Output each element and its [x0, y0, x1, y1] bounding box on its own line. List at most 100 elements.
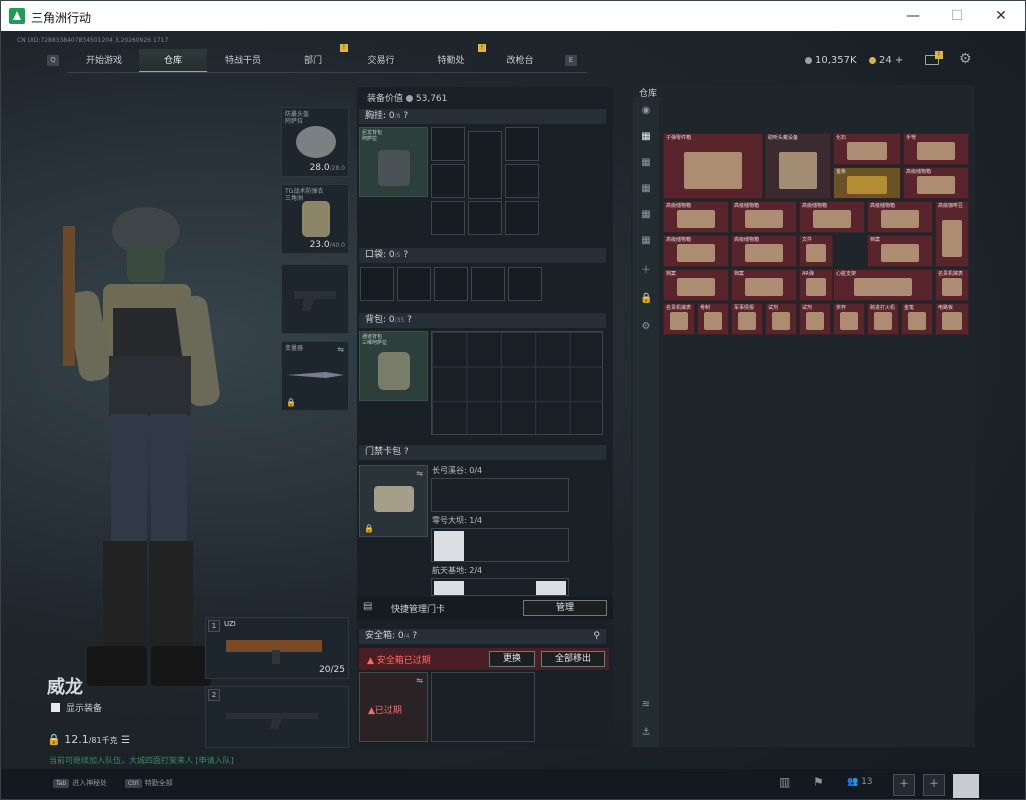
chest-slot[interactable]	[431, 164, 465, 198]
warehouse-item[interactable]: 试剂	[799, 303, 831, 335]
invite-slot-1[interactable]: ＋	[893, 774, 915, 796]
warehouse-item[interactable]: 金笔	[901, 303, 933, 335]
pistol-slot[interactable]	[281, 264, 349, 334]
manage-button[interactable]: 管理	[523, 600, 607, 616]
pocket-slot[interactable]	[397, 267, 431, 301]
chest-rig-item[interactable]: 尼龙背包 阿萨拉	[359, 127, 428, 197]
warehouse-item[interactable]: 助听头戴设备	[765, 133, 831, 199]
nav-prev-key[interactable]: Q	[47, 55, 59, 66]
tab-operators[interactable]: 特战干员	[209, 49, 277, 73]
melee-slot[interactable]: 变量器 ⇋ 🔒	[281, 341, 349, 411]
tab-trade[interactable]: 交易行	[347, 49, 415, 73]
tab-special-ops[interactable]: 特勤处	[417, 49, 485, 73]
add-ticket-button[interactable]: +	[895, 55, 903, 66]
keycard-case-item[interactable]: ⇋ 🔒	[359, 465, 428, 537]
armor-filter-icon[interactable]: ▦	[640, 157, 652, 169]
ammo-filter-icon[interactable]: ▦	[640, 183, 652, 195]
backpack-item[interactable]: 通道背包 三维阿萨拉	[359, 331, 428, 401]
chest-slot[interactable]	[431, 127, 465, 161]
lock-tab-icon[interactable]: 🔒	[640, 293, 652, 305]
warehouse-item[interactable]: 高级储物箱	[663, 201, 729, 233]
all-items-icon[interactable]: ◉	[640, 105, 652, 117]
chest-slot[interactable]	[505, 201, 539, 235]
helmet-slot[interactable]: 防暴头盔 阿萨拉 28.0/28.0	[281, 107, 349, 177]
warehouse-item[interactable]: 金条	[833, 167, 901, 199]
stats-icon[interactable]: ▥	[779, 775, 790, 789]
team-hint[interactable]: 当前可继续加入队伍，大城四面打架来人 [申请入队]	[49, 755, 234, 766]
flag-icon[interactable]: ⚑	[813, 775, 824, 789]
warehouse-item[interactable]: 档案	[663, 269, 729, 301]
hotkey-1[interactable]: Tab 进入神秘处	[53, 778, 107, 788]
warehouse-item[interactable]: 跨进打火机	[867, 303, 899, 335]
backpack-grid[interactable]	[431, 331, 603, 435]
warehouse-item[interactable]: 化石	[833, 133, 901, 165]
warehouse-item[interactable]: 高级储物箱	[663, 235, 729, 267]
keycard-icon[interactable]	[434, 581, 464, 595]
swap-icon[interactable]: ⇋	[416, 469, 423, 478]
warehouse-item[interactable]: 名贵机械表	[935, 269, 969, 301]
swap-icon[interactable]: ⇋	[337, 345, 344, 354]
warehouse-item[interactable]: 档案	[867, 235, 933, 267]
pocket-slot[interactable]	[471, 267, 505, 301]
warehouse-item[interactable]: 档案	[731, 269, 797, 301]
warehouse-item[interactable]: 心脏支架	[833, 269, 933, 301]
layers-icon[interactable]: ≋	[640, 699, 652, 711]
show-gear-toggle[interactable]: 显示装备	[51, 701, 102, 714]
keycard-icon[interactable]	[434, 531, 464, 561]
warehouse-item[interactable]: 军事情报	[731, 303, 763, 335]
close-button[interactable]: ✕	[979, 5, 1023, 27]
secure-case-grid[interactable]	[431, 672, 535, 742]
remove-all-button[interactable]: 全部移出	[541, 651, 605, 667]
chest-slot[interactable]	[468, 201, 502, 235]
invite-slot-2[interactable]: ＋	[923, 774, 945, 796]
warehouse-item[interactable]: 高级储物箱	[731, 201, 797, 233]
pocket-slot[interactable]	[508, 267, 542, 301]
keycard-row-1[interactable]	[431, 478, 569, 512]
warehouse-item[interactable]: 电路板	[935, 303, 969, 335]
chest-slot[interactable]	[468, 131, 502, 199]
settings-gear-icon[interactable]: ⚙	[959, 51, 972, 67]
hotkey-2[interactable]: Ctrl 特勤全部	[125, 778, 173, 788]
swap-icon[interactable]: ⇋	[416, 676, 423, 685]
player-avatar[interactable]	[953, 774, 979, 798]
friends-count[interactable]: 👥 13	[847, 777, 873, 787]
tab-warehouse[interactable]: 仓库	[139, 49, 207, 73]
tab-start-game[interactable]: 开始游戏	[71, 49, 137, 73]
warehouse-item[interactable]: 高级储物箱	[731, 235, 797, 267]
consumable-filter-icon[interactable]: ▦	[640, 209, 652, 221]
keycard-row-2[interactable]	[431, 528, 569, 562]
warehouse-item[interactable]: 骨制	[697, 303, 729, 335]
primary-weapon-slot[interactable]: 1 UZI 20/25	[205, 617, 349, 679]
tab-gunsmith[interactable]: 改枪台	[487, 49, 553, 73]
warehouse-item[interactable]: 高级咖啡豆	[935, 201, 969, 267]
warehouse-item[interactable]: AR弹	[799, 269, 833, 301]
tab-department[interactable]: 部门	[279, 49, 347, 73]
show-gear-checkbox[interactable]	[51, 703, 60, 712]
replace-button[interactable]: 更换	[489, 651, 535, 667]
keycard-row-3[interactable]	[431, 578, 569, 596]
warehouse-item[interactable]: 高级储物箱	[867, 201, 933, 233]
pocket-slot[interactable]	[434, 267, 468, 301]
warehouse-item[interactable]: 奖杯	[833, 303, 865, 335]
warehouse-item[interactable]: 子弹零件箱	[663, 133, 763, 199]
secondary-weapon-slot[interactable]: 2	[205, 686, 349, 748]
chest-slot[interactable]	[505, 164, 539, 198]
chest-slot[interactable]	[431, 201, 465, 235]
chest-slot[interactable]	[505, 127, 539, 161]
misc-filter-icon[interactable]: ▦	[640, 235, 652, 247]
maximize-button[interactable]: ☐	[935, 5, 979, 27]
nav-next-key[interactable]: E	[565, 55, 577, 66]
armor-slot[interactable]: TG战术防弹衣 三角洲 23.0/40.0	[281, 184, 349, 254]
sort-icon[interactable]: ⚓	[640, 727, 652, 739]
weapon-filter-icon[interactable]: ▦	[640, 131, 652, 143]
warehouse-item[interactable]: 高级储物箱	[799, 201, 865, 233]
warehouse-item[interactable]: 文件	[799, 235, 833, 267]
warehouse-item[interactable]: 名贵机械表	[663, 303, 695, 335]
warehouse-settings-icon[interactable]: ⚙	[640, 321, 652, 333]
warehouse-item[interactable]: 高级储物箱	[903, 167, 969, 199]
minimize-button[interactable]: —	[891, 5, 935, 27]
keycard-icon[interactable]	[536, 581, 566, 595]
warehouse-item[interactable]: 手弩	[903, 133, 969, 165]
secure-case-item[interactable]: ⇋ ▲已过期	[359, 672, 428, 742]
warehouse-item[interactable]: 试剂	[765, 303, 797, 335]
